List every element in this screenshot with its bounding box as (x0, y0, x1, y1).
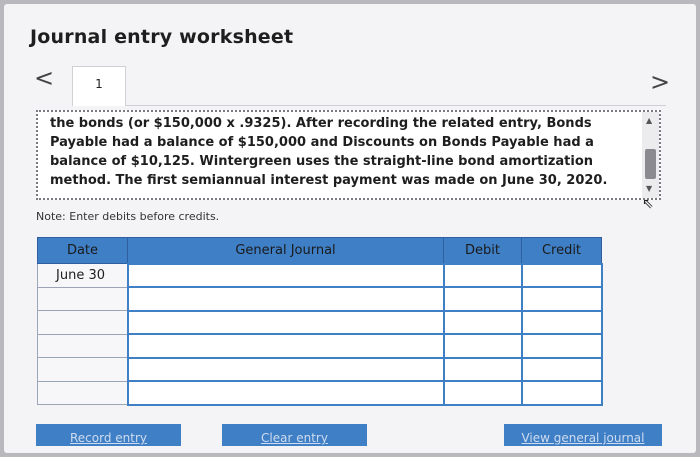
debit-input[interactable] (442, 286, 523, 312)
journal-table: Date General Journal Debit Credit June 3… (37, 237, 603, 406)
account-input[interactable] (126, 356, 445, 382)
scroll-down-icon[interactable]: ▼ (646, 184, 652, 193)
debit-input[interactable] (442, 262, 523, 288)
date-cell (37, 380, 128, 405)
date-cell (37, 333, 128, 358)
credit-input[interactable] (520, 333, 603, 359)
account-input[interactable] (126, 333, 445, 359)
debit-input[interactable] (442, 309, 523, 335)
account-input[interactable] (126, 286, 445, 312)
header-credit: Credit (521, 237, 602, 264)
credit-input[interactable] (520, 309, 603, 335)
question-text-box[interactable]: the bonds (or $150,000 x .9325). After r… (36, 110, 661, 200)
debit-input[interactable] (442, 356, 523, 382)
credit-input[interactable] (520, 380, 603, 406)
credit-input[interactable] (520, 286, 603, 312)
tab-1[interactable]: 1 (72, 66, 126, 106)
credit-input[interactable] (520, 356, 603, 382)
date-cell (37, 357, 128, 382)
date-cell (37, 286, 128, 311)
debit-input[interactable] (442, 333, 523, 359)
account-input[interactable] (126, 380, 445, 406)
credit-input[interactable] (520, 262, 603, 288)
view-general-journal-button[interactable]: View general journal (504, 424, 662, 446)
worksheet-panel: Journal entry worksheet < 1 > the bonds … (4, 4, 696, 453)
table-row (37, 286, 603, 312)
tab-divider (126, 105, 666, 106)
mouse-cursor-icon: ⇖ (642, 196, 654, 212)
debit-input[interactable] (442, 380, 523, 406)
table-row: June 30 (37, 262, 603, 288)
note-text: Note: Enter debits before credits. (36, 210, 220, 223)
scroll-up-icon[interactable]: ▲ (646, 116, 652, 125)
next-arrow-icon[interactable]: > (650, 70, 670, 94)
date-cell: June 30 (37, 263, 128, 288)
scrollbar[interactable]: ▲ ▼ (642, 112, 659, 198)
prev-arrow-icon[interactable]: < (34, 66, 54, 90)
header-general-journal: General Journal (127, 237, 444, 264)
table-row (37, 333, 603, 359)
record-entry-button[interactable]: Record entry (36, 424, 181, 446)
table-row (37, 356, 603, 382)
scroll-thumb[interactable] (645, 149, 656, 179)
clear-entry-button[interactable]: Clear entry (222, 424, 367, 446)
account-input[interactable] (126, 262, 445, 288)
question-text: the bonds (or $150,000 x .9325). After r… (50, 116, 608, 188)
header-date: Date (37, 237, 128, 264)
table-row (37, 380, 603, 406)
header-debit: Debit (443, 237, 522, 264)
table-row (37, 309, 603, 335)
page-title: Journal entry worksheet (30, 26, 294, 48)
account-input[interactable] (126, 309, 445, 335)
date-cell (37, 310, 128, 335)
